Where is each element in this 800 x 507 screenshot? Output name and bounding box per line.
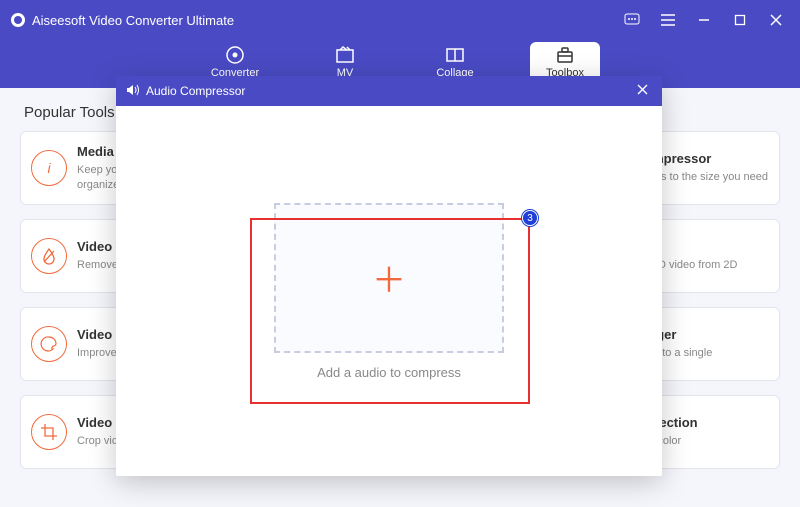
feedback-icon[interactable]: [618, 8, 646, 32]
dropzone-caption: Add a audio to compress: [317, 365, 461, 380]
window-controls: [618, 8, 790, 32]
mv-icon: [335, 45, 355, 65]
tutorial-step-badge: 3: [522, 210, 538, 226]
info-icon: i: [31, 150, 67, 186]
toolbox-icon: [555, 45, 575, 65]
modal-title: Audio Compressor: [146, 84, 245, 98]
audio-compressor-modal: Audio Compressor ＋ Add a audio to compre…: [116, 76, 662, 476]
modal-body: ＋ Add a audio to compress 3: [116, 106, 662, 476]
speaker-icon: [126, 84, 140, 99]
plus-icon: ＋: [372, 253, 406, 302]
maximize-button[interactable]: [726, 8, 754, 32]
modal-close-button[interactable]: [632, 84, 652, 98]
drop-icon: [31, 238, 67, 274]
logo-icon: [10, 12, 26, 28]
svg-text:i: i: [47, 160, 51, 176]
titlebar: Aiseesoft Video Converter Ultimate: [0, 0, 800, 40]
minimize-button[interactable]: [690, 8, 718, 32]
collage-icon: [445, 45, 465, 65]
app-logo: Aiseesoft Video Converter Ultimate: [10, 12, 234, 28]
crop-icon: [31, 414, 67, 450]
add-audio-dropzone[interactable]: ＋: [274, 203, 504, 353]
converter-icon: [225, 45, 245, 65]
modal-header: Audio Compressor: [116, 76, 662, 106]
menu-icon[interactable]: [654, 8, 682, 32]
close-button[interactable]: [762, 8, 790, 32]
app-title: Aiseesoft Video Converter Ultimate: [32, 13, 234, 28]
palette-icon: [31, 326, 67, 362]
